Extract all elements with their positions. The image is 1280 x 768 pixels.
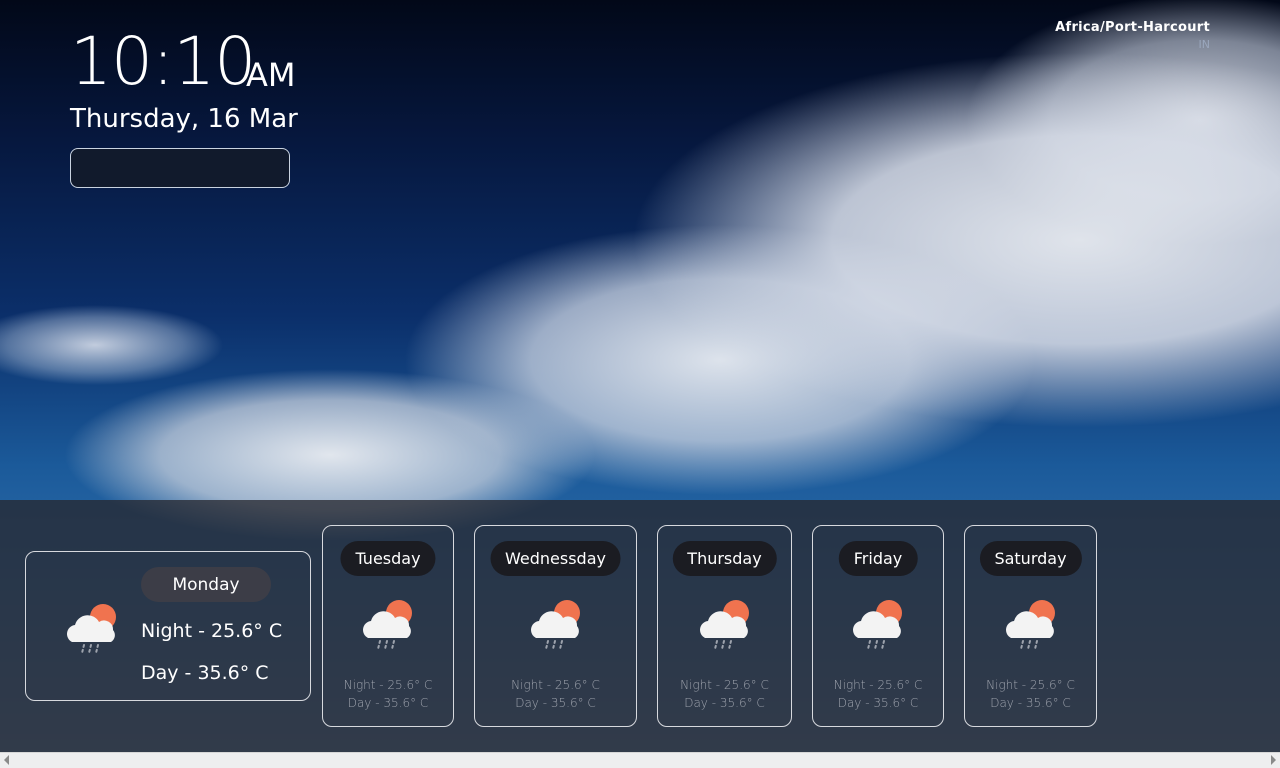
- today-night-temp: Night - 25.6° C: [141, 620, 283, 642]
- forecast-day-label: Tuesday: [340, 541, 436, 576]
- forecast-temps: Night - 25.6° C Day - 35.6° C: [475, 676, 636, 712]
- scroll-left-icon[interactable]: [4, 755, 9, 765]
- forecast-night-temp: Night - 25.6° C: [986, 678, 1075, 692]
- forecast-card-saturday: Saturday Night - 25.6° C Day - 35.6° C: [964, 525, 1097, 727]
- cloud-sun-rain-icon: [697, 598, 753, 654]
- timezone-name: Africa/Port-Harcourt: [1055, 20, 1210, 35]
- timezone-info: Africa/Port-Harcourt IN: [1055, 20, 1210, 51]
- forecast-night-temp: Night - 25.6° C: [833, 678, 923, 692]
- clock-widget: 10:10 AM Thursday, 16 Mar: [70, 22, 298, 134]
- today-weather-card: Monday Night - 25.6° C Day - 35.6° C: [25, 551, 311, 701]
- forecast-day-temp: Day - 35.6° C: [990, 696, 1071, 710]
- forecast-temps: Night - 25.6° C Day - 35.6° C: [323, 676, 453, 712]
- clock-date: Thursday, 16 Mar: [70, 104, 298, 134]
- forecast-card-friday: Friday Night - 25.6° C Day - 35.6° C: [812, 525, 944, 727]
- city-search-input[interactable]: [70, 148, 290, 188]
- forecast-day-temp: Day - 35.6° C: [684, 696, 765, 710]
- forecast-card-tuesday: Tuesday Night - 25.6° C Day - 35.6° C: [322, 525, 454, 727]
- forecast-card-thursday: Thursday Night - 25.6° C Day - 35.6° C: [657, 525, 792, 727]
- forecast-day-temp: Day - 35.6° C: [515, 696, 596, 710]
- forecast-day-temp: Day - 35.6° C: [837, 696, 919, 710]
- forecast-day-label: Wednessday: [490, 541, 621, 576]
- forecast-card-wednesday: Wednessday Night - 25.6° C Day - 35.6° C: [474, 525, 637, 727]
- today-day-label: Monday: [141, 567, 271, 602]
- cloud-sun-rain-icon: [850, 598, 906, 654]
- cloud-sun-rain-icon: [360, 598, 416, 654]
- cloud-sun-rain-icon: [528, 598, 584, 654]
- forecast-day-temp: Day - 35.6° C: [347, 696, 429, 710]
- forecast-night-temp: Night - 25.6° C: [511, 678, 600, 692]
- clock-ampm: AM: [246, 56, 296, 94]
- today-day-temp: Day - 35.6° C: [141, 662, 269, 684]
- forecast-temps: Night - 25.6° C Day - 35.6° C: [965, 676, 1096, 712]
- timezone-code: IN: [1198, 38, 1210, 51]
- cloud-sun-rain-icon: [64, 602, 120, 658]
- forecast-night-temp: Night - 25.6° C: [680, 678, 769, 692]
- forecast-night-temp: Night - 25.6° C: [343, 678, 433, 692]
- forecast-day-label: Thursday: [672, 541, 777, 576]
- forecast-day-label: Saturday: [979, 541, 1082, 576]
- scroll-right-icon[interactable]: [1271, 755, 1276, 765]
- forecast-temps: Night - 25.6° C Day - 35.6° C: [813, 676, 943, 712]
- cloud-sun-rain-icon: [1003, 598, 1059, 654]
- horizontal-scrollbar[interactable]: [0, 752, 1280, 768]
- forecast-temps: Night - 25.6° C Day - 35.6° C: [658, 676, 791, 712]
- forecast-day-label: Friday: [838, 541, 918, 576]
